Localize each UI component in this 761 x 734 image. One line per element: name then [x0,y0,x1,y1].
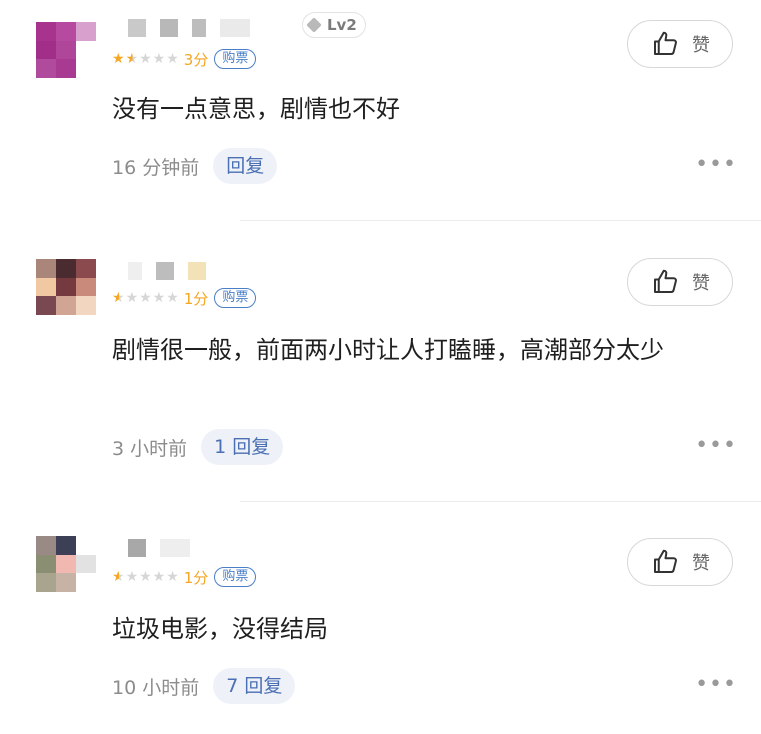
timestamp: 16 分钟前 [112,156,200,179]
star-rating-icon: ★★★★★ [112,569,180,585]
like-button[interactable]: 赞 [627,538,733,586]
thumbs-up-icon [654,31,677,55]
more-options-icon[interactable]: ••• [695,672,737,697]
comment-item: ★★★★★ 1分 购票 赞 剧情很一般，前面两小时让人打瞌睡，高潮部分太少 3 … [0,221,761,501]
reply-button[interactable]: 7 回复 [213,668,296,704]
like-button[interactable]: 赞 [627,20,733,68]
comment-text: 垃圾电影，没得结局 [112,615,328,643]
timestamp: 3 小时前 [112,437,188,460]
star-rating-icon: ★★★★★ [112,51,180,67]
comment-meta: 10 小时前 7 回复 [112,668,296,704]
score: 1分 [183,568,209,587]
avatar[interactable] [36,22,96,78]
like-label: 赞 [692,35,710,56]
star-rating-icon: ★★★★★ [112,290,180,306]
thumbs-up-icon [654,269,677,293]
like-button[interactable]: 赞 [627,258,733,306]
like-label: 赞 [692,553,710,574]
rating: ★★★★★ 1分 购票 [112,287,257,309]
comment-meta: 16 分钟前 回复 [112,148,278,184]
score: 3分 [183,50,209,69]
like-label: 赞 [692,273,710,294]
ticket-tag: 购票 [214,49,257,69]
comment-item: ★★★★★ 1分 购票 赞 垃圾电影，没得结局 10 小时前 7 回复 ••• [0,502,761,734]
level-cube-icon [306,17,322,33]
username[interactable] [128,16,250,40]
ticket-tag: 购票 [214,567,257,587]
avatar[interactable] [36,536,96,592]
more-options-icon[interactable]: ••• [695,433,737,458]
user-level-badge: Lv2 [302,12,366,38]
username[interactable] [128,259,206,283]
comment-text: 剧情很一般，前面两小时让人打瞌睡，高潮部分太少 [112,336,664,364]
reply-button[interactable]: 回复 [213,148,278,184]
ticket-tag: 购票 [214,288,257,308]
comment-text: 没有一点意思，剧情也不好 [112,95,400,123]
more-options-icon[interactable]: ••• [695,152,737,177]
rating: ★★★★★ 3分 购票 [112,48,257,70]
rating: ★★★★★ 1分 购票 [112,566,257,588]
reply-button[interactable]: 1 回复 [201,429,284,465]
comment-item: Lv2 ★★★★★ 3分 购票 赞 没有一点意思，剧情也不好 16 分钟前 回复… [0,0,761,220]
comment-meta: 3 小时前 1 回复 [112,429,284,465]
thumbs-up-icon [654,549,677,573]
avatar[interactable] [36,259,96,315]
username[interactable] [128,536,190,560]
timestamp: 10 小时前 [112,676,200,699]
score: 1分 [183,289,209,308]
